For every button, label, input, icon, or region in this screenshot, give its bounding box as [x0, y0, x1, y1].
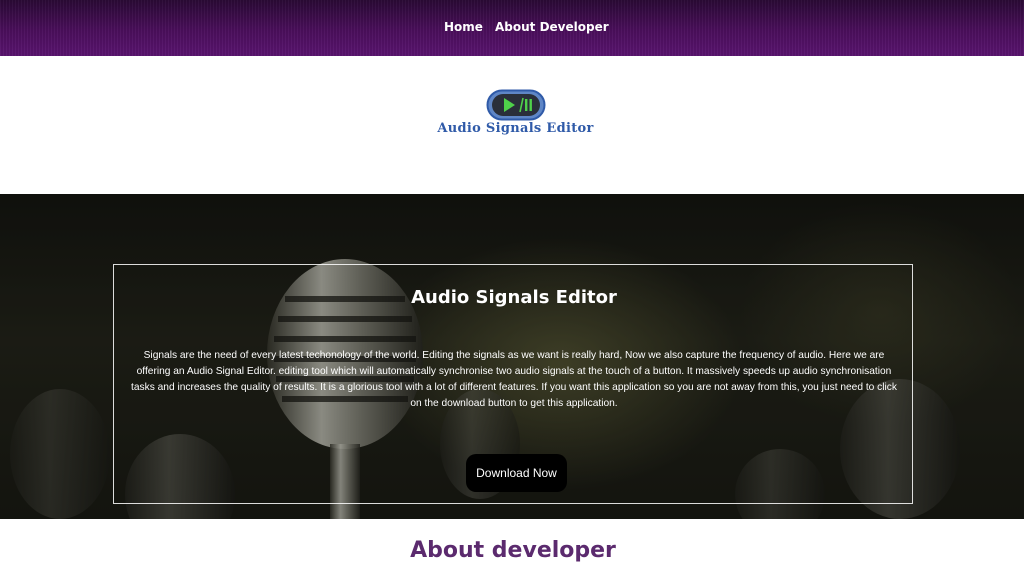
hero-content-box: Audio Signals Editor Signals are the nee… [113, 264, 913, 504]
hero-section: Audio Signals Editor Signals are the nee… [0, 194, 1024, 519]
about-developer-heading: About developer [410, 538, 616, 563]
logo-text: Audio Signals Editor [437, 121, 594, 136]
top-nav-bar: Home About Developer [0, 0, 1024, 56]
hero-title: Audio Signals Editor [411, 287, 617, 308]
nav-link-home[interactable]: Home [444, 18, 483, 36]
play-pause-icon[interactable] [486, 89, 546, 121]
hero-description: Signals are the need of every latest tec… [131, 350, 897, 409]
nav-link-about-developer[interactable]: About Developer [495, 18, 609, 36]
download-now-button[interactable]: Download Now [466, 454, 567, 492]
main-nav: Home About Developer [0, 18, 1024, 36]
logo-section: Audio Signals Editor [0, 56, 1024, 194]
